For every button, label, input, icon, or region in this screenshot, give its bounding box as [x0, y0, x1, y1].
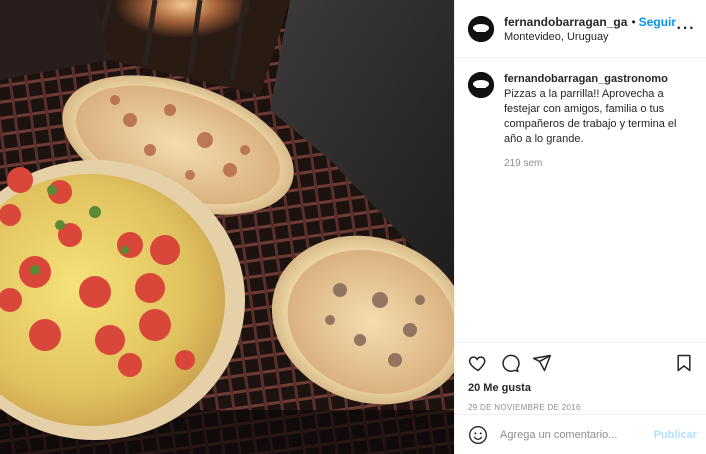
emoji-button[interactable] — [468, 425, 488, 445]
comment-icon — [502, 354, 520, 373]
follow-button[interactable]: Seguir — [639, 15, 676, 29]
heart-icon — [468, 356, 486, 372]
like-button[interactable] — [468, 353, 488, 373]
caption-avatar[interactable] — [468, 72, 494, 98]
comment-input[interactable] — [498, 427, 654, 442]
more-options-button[interactable]: ··· — [676, 20, 696, 38]
comment-button[interactable] — [500, 353, 520, 373]
more-horizontal-icon: ··· — [676, 19, 696, 37]
avatar[interactable] — [468, 15, 494, 42]
post-actions: 20 Me gusta 29 DE NOVIEMBRE DE 2016 — [455, 342, 706, 412]
likes-count[interactable]: 20 Me gusta — [468, 382, 694, 394]
add-comment-form: Publicar — [455, 414, 706, 454]
post-side-panel: fernandobarragan_gastronomo • Seguir Mon… — [454, 0, 706, 454]
chef-logo-icon — [468, 72, 494, 98]
separator-dot: • — [631, 14, 636, 29]
header-username-row: fernandobarragan_gastronomo • Seguir — [504, 15, 676, 29]
publish-button[interactable]: Publicar — [654, 429, 697, 441]
emoji-icon — [469, 425, 487, 444]
caption-text-block: fernandobarragan_gastronomo Pizzas a la … — [504, 72, 693, 171]
caption: fernandobarragan_gastronomo Pizzas a la … — [468, 72, 693, 171]
location-link[interactable]: Montevideo, Uruguay — [504, 31, 676, 43]
caption-text: Pizzas a la parrilla!! Aprovecha a feste… — [504, 88, 677, 145]
chef-logo-icon — [468, 15, 494, 42]
share-icon — [532, 354, 552, 372]
save-button[interactable] — [674, 353, 694, 373]
header-text: fernandobarragan_gastronomo • Seguir Mon… — [504, 15, 676, 43]
header-username[interactable]: fernandobarragan_gastronomo — [504, 15, 628, 29]
bookmark-icon — [677, 354, 691, 372]
caption-time-ago[interactable]: 219 sem — [504, 156, 693, 171]
post-date[interactable]: 29 DE NOVIEMBRE DE 2016 — [468, 403, 694, 412]
instagram-post: fernandobarragan_gastronomo • Seguir Mon… — [0, 0, 706, 454]
comments-area: fernandobarragan_gastronomo Pizzas a la … — [455, 58, 706, 171]
post-photo[interactable] — [0, 0, 454, 454]
action-icons — [468, 353, 694, 373]
post-header: fernandobarragan_gastronomo • Seguir Mon… — [455, 0, 706, 58]
share-button[interactable] — [532, 353, 552, 373]
caption-username[interactable]: fernandobarragan_gastronomo — [504, 72, 693, 87]
pizzas-on-grill-image — [0, 0, 454, 454]
